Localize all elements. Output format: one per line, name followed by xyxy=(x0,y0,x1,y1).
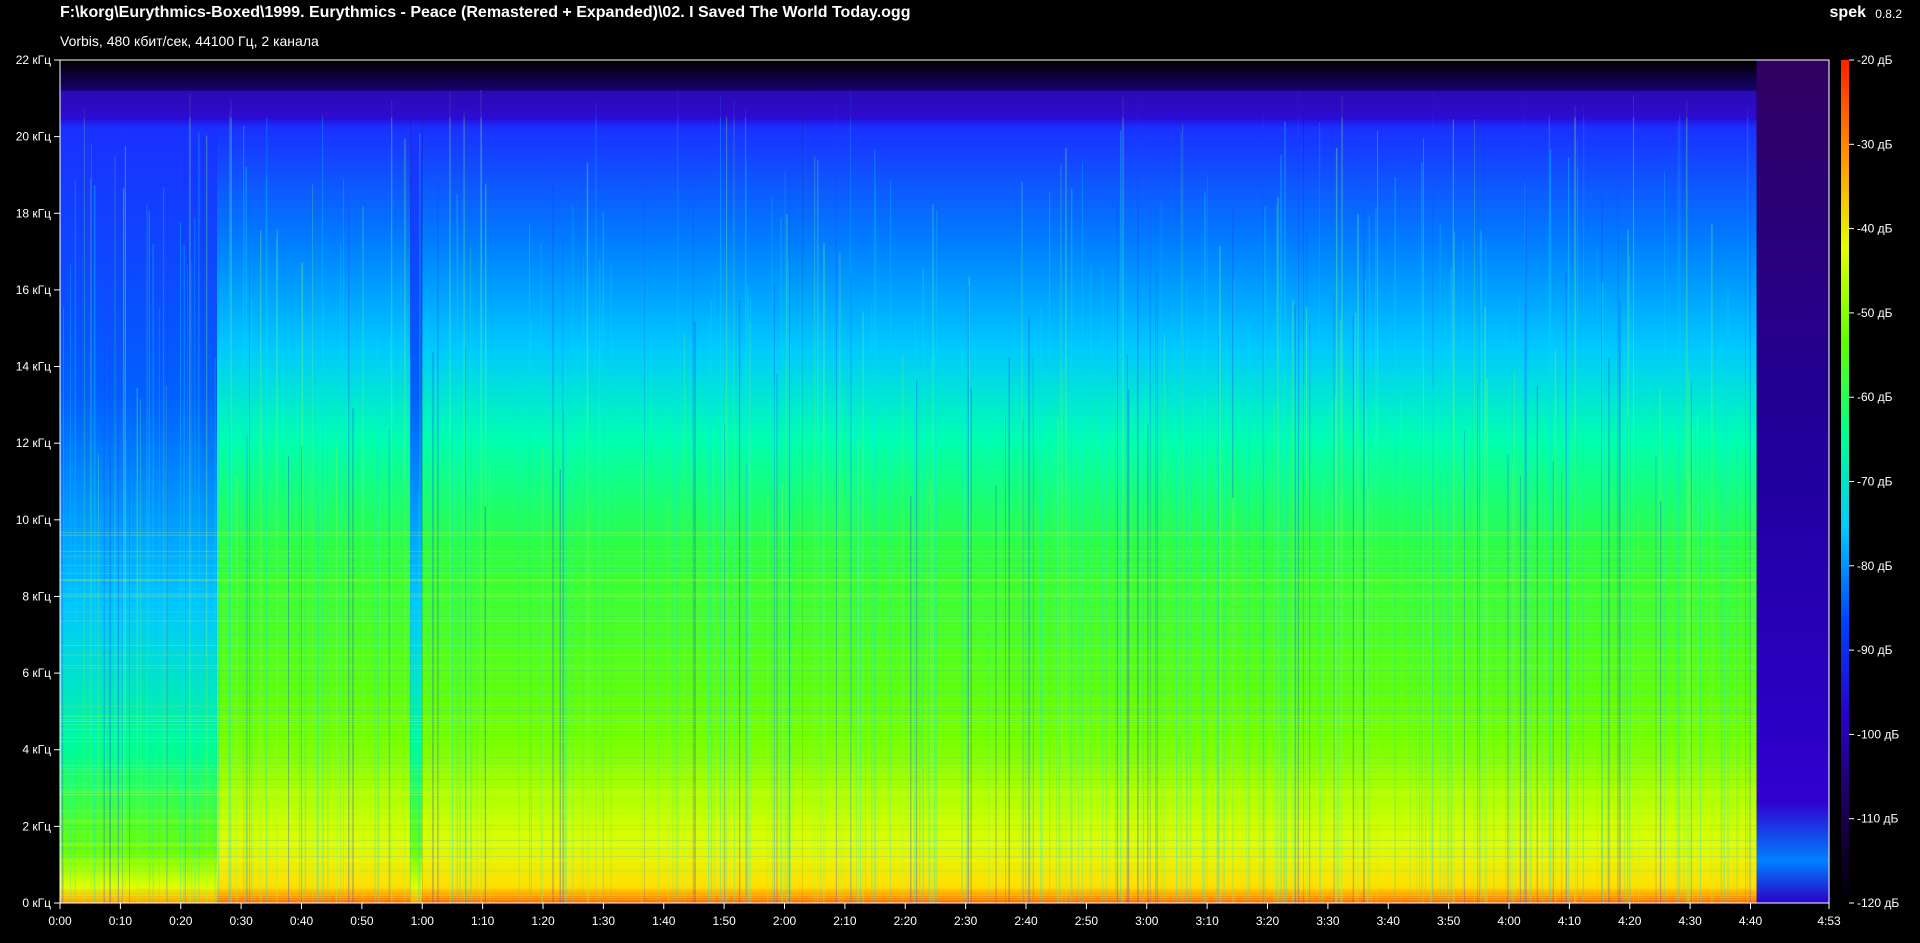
colorbar-tick-label: -60 дБ xyxy=(1857,390,1893,404)
spectrogram-chart: 0:00 0:10 0:20 0:30 0:40 0:50 1:00 1:10 1:20 1:30… xyxy=(16,53,1900,928)
y-tick-label: 20 кГц xyxy=(16,130,51,144)
x-tick-label: 0:50 xyxy=(350,914,374,928)
x-tick-label: 3:40 xyxy=(1377,914,1401,928)
x-tick-label: 2:00 xyxy=(773,914,797,928)
colorbar-tick-label: -30 дБ xyxy=(1857,137,1893,151)
y-tick-label: 6 кГц xyxy=(22,666,51,680)
y-tick-label: 22 кГц xyxy=(16,53,51,67)
colorbar-tick-label: -100 дБ xyxy=(1857,727,1899,741)
x-tick-label: 4:30 xyxy=(1678,914,1702,928)
x-tick-label: 4:53 xyxy=(1817,914,1841,928)
x-tick-label: 1:20 xyxy=(531,914,555,928)
colorbar-tick-label: -110 дБ xyxy=(1857,812,1898,826)
colorbar xyxy=(1841,60,1849,903)
spectrum-quiet-section xyxy=(410,60,423,903)
x-tick-label: 0:00 xyxy=(48,914,72,928)
x-tick-label: 3:00 xyxy=(1135,914,1159,928)
x-tick-label: 2:10 xyxy=(833,914,857,928)
cutoff-band xyxy=(60,90,1757,118)
x-tick-label: 4:20 xyxy=(1618,914,1642,928)
x-tick-label: 3:20 xyxy=(1256,914,1280,928)
y-tick-label: 8 кГц xyxy=(22,589,51,603)
x-tick-label: 0:20 xyxy=(169,914,193,928)
y-tick-label: 4 кГц xyxy=(22,743,51,757)
y-tick-label: 18 кГц xyxy=(16,206,51,220)
colorbar-tick-label: -90 дБ xyxy=(1857,643,1893,657)
x-tick-label: 2:20 xyxy=(894,914,918,928)
x-tick-label: 4:00 xyxy=(1497,914,1521,928)
x-tick-label: 1:10 xyxy=(471,914,495,928)
x-tick-label: 1:50 xyxy=(712,914,736,928)
y-tick-label: 2 кГц xyxy=(22,819,51,833)
colorbar-tick-label: -40 дБ xyxy=(1857,222,1893,236)
x-tick-label: 3:30 xyxy=(1316,914,1340,928)
x-tick-label: 3:10 xyxy=(1195,914,1219,928)
x-tick-label: 1:30 xyxy=(592,914,616,928)
colorbar-tick-label: -120 дБ xyxy=(1857,896,1899,910)
y-tick-label: 16 кГц xyxy=(16,283,51,297)
x-tick-label: 0:10 xyxy=(109,914,133,928)
y-tick-label: 10 кГц xyxy=(16,513,51,527)
spectrum-quiet-section xyxy=(1756,60,1829,903)
spectrum-quiet-section xyxy=(60,60,217,903)
colorbar-tick-label: -70 дБ xyxy=(1857,475,1893,489)
x-tick-label: 2:50 xyxy=(1075,914,1099,928)
y-tick-label: 14 кГц xyxy=(16,360,51,374)
colorbar-tick-label: -20 дБ xyxy=(1857,53,1893,67)
x-tick-label: 3:50 xyxy=(1437,914,1461,928)
x-tick-label: 0:30 xyxy=(229,914,253,928)
x-tick-label: 0:40 xyxy=(290,914,314,928)
x-tick-label: 1:00 xyxy=(411,914,435,928)
y-tick-label: 0 кГц xyxy=(22,896,51,910)
x-tick-label: 2:40 xyxy=(1014,914,1038,928)
x-tick-label: 4:10 xyxy=(1558,914,1582,928)
spectrum-loud-section xyxy=(802,60,1304,903)
y-tick-label: 12 кГц xyxy=(16,436,51,450)
x-tick-label: 2:30 xyxy=(954,914,978,928)
colorbar-tick-label: -50 дБ xyxy=(1857,306,1893,320)
x-tick-label: 4:40 xyxy=(1739,914,1763,928)
x-tick-label: 1:40 xyxy=(652,914,676,928)
colorbar-tick-label: -80 дБ xyxy=(1857,559,1893,573)
